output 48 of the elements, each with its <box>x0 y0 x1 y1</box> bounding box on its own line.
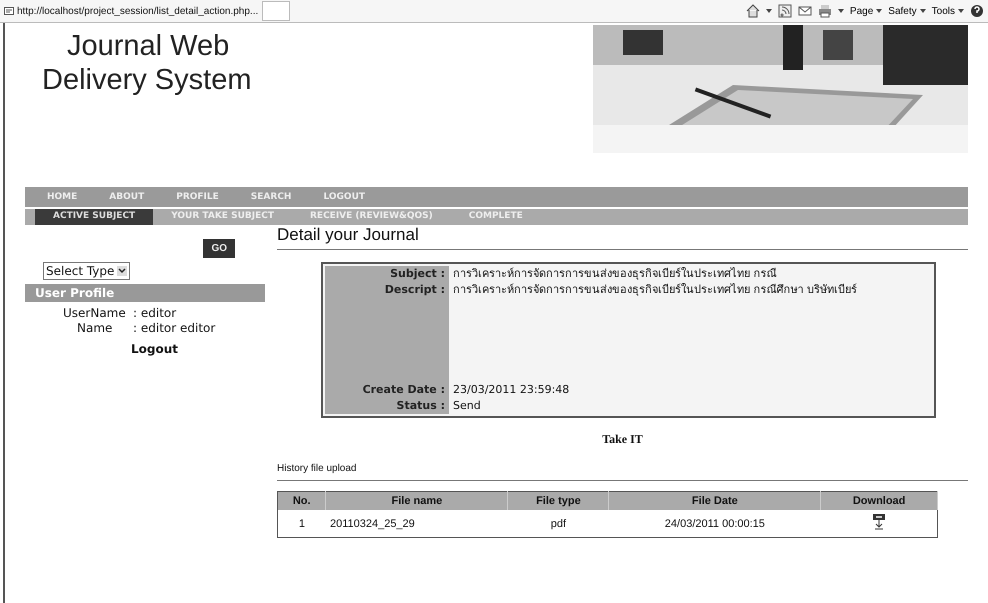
detail-label: Subject : <box>390 267 445 280</box>
menu-button[interactable]: Page <box>850 6 882 16</box>
mail-icon[interactable] <box>798 4 812 18</box>
column-header: File Date <box>608 492 821 510</box>
feed-icon[interactable] <box>778 4 792 18</box>
detail-label: Status : <box>396 399 445 412</box>
type-select[interactable]: Select Type <box>43 262 130 280</box>
section-title: History file upload <box>277 463 968 481</box>
print-icon[interactable] <box>818 4 832 18</box>
field-label: UserName <box>63 306 127 321</box>
detail-value: 23/03/2011 23:59:48 <box>453 383 570 396</box>
field-label: Name <box>77 321 114 336</box>
caret-icon[interactable] <box>766 9 772 13</box>
section-header: User Profile <box>25 284 265 302</box>
help-icon[interactable] <box>970 4 984 18</box>
table-cell: 20110324_25_29 <box>326 510 508 538</box>
column-header: No. <box>278 492 326 510</box>
site-title: Journal Web <box>67 29 230 63</box>
column-header: File type <box>508 492 609 510</box>
field-value: : editor <box>133 306 176 321</box>
caret-icon <box>958 9 964 13</box>
pdf-download-icon[interactable] <box>870 514 887 530</box>
detail-value: Send <box>453 399 481 412</box>
caret-icon <box>920 9 926 13</box>
detail-label: Create Date : <box>362 383 445 396</box>
caret-icon[interactable] <box>838 9 844 13</box>
page-icon <box>4 7 14 15</box>
column-header: File name <box>326 492 508 510</box>
menu-button[interactable]: Safety <box>888 6 926 16</box>
dropdown-icon <box>117 266 128 276</box>
column-header: Download <box>820 492 938 510</box>
page-heading: Detail your Journal <box>277 225 968 250</box>
home-icon[interactable] <box>746 4 760 18</box>
detail-value: การวิเคราะห์การจัดการการขนส่งของธุรกิจเบียร์ในประเทศไทย กรณี <box>453 267 776 280</box>
address-bar[interactable]: http://localhost/project_session/list_detail_action.php... <box>4 6 258 16</box>
go-button[interactable]: GO <box>203 239 235 258</box>
detail-value: การวิเคราะห์การจัดการการขนส่งของธุรกิจเบียร์ในประเทศไทย กรณีศึกษา บริษัทเบียร์ <box>453 283 857 296</box>
menu-button[interactable]: Tools <box>932 6 964 16</box>
take-link[interactable]: Take IT <box>602 432 643 446</box>
logout-link[interactable]: Logout <box>131 342 265 356</box>
caret-icon <box>876 9 882 13</box>
table-cell: pdf <box>508 510 609 538</box>
table-cell: 1 <box>278 510 326 538</box>
table-cell: 24/03/2011 00:00:15 <box>608 510 821 538</box>
site-title: Delivery System <box>42 63 252 97</box>
field-value: : editor editor <box>133 321 216 336</box>
detail-label: Descript : <box>384 283 445 296</box>
nav-tab[interactable]: ACTIVE SUBJECT <box>35 209 154 225</box>
